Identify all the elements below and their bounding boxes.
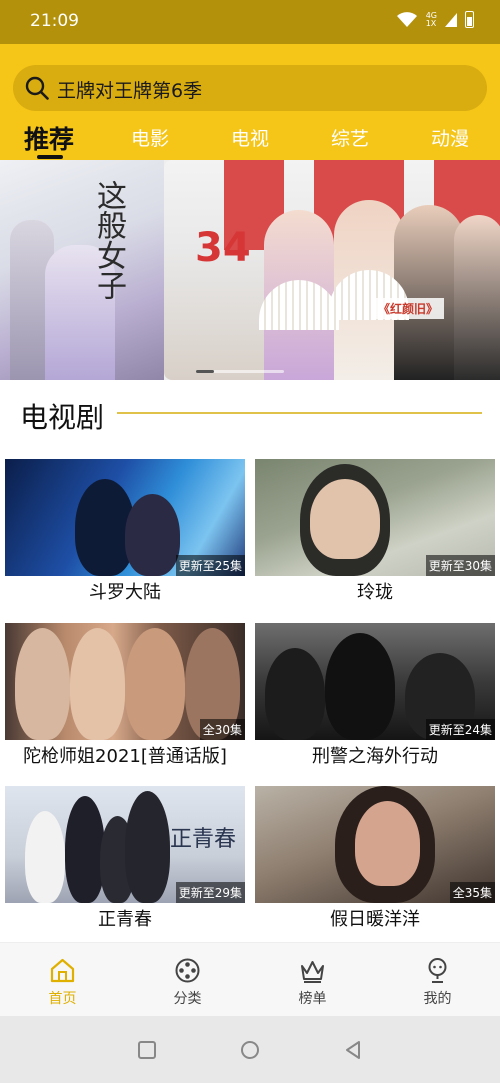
home-button-icon[interactable]: [240, 1040, 260, 1060]
thumbnail-figure: [25, 811, 65, 903]
nav-home[interactable]: 首页: [0, 943, 125, 1017]
banner-carousel[interactable]: 这般女子 34 《红颜旧》: [0, 160, 500, 380]
tab-variety[interactable]: 综艺: [331, 124, 369, 151]
status-time: 21:09: [30, 11, 79, 31]
back-icon[interactable]: [343, 1040, 363, 1060]
video-card[interactable]: 更新至30集 玲珑: [255, 459, 495, 609]
video-card[interactable]: 全35集 假日暖洋洋: [255, 786, 495, 936]
carousel-indicator: [196, 370, 284, 373]
thumbnail-figure: [70, 628, 125, 740]
nav-ranking[interactable]: 榜单: [250, 943, 375, 1017]
carousel-indicator-active: [196, 370, 214, 373]
video-title[interactable]: 刑警之海外行动: [255, 742, 495, 768]
video-card[interactable]: 正青春 更新至29集 正青春: [5, 786, 245, 936]
nav-profile-label: 我的: [423, 991, 452, 1007]
ranking-crown-icon: [301, 961, 324, 983]
tab-active-indicator: [37, 155, 63, 159]
home-icon: [50, 958, 75, 983]
video-card[interactable]: 全30集 陀枪师姐2021[普通话版]: [5, 623, 245, 773]
banner-person: [454, 215, 500, 380]
thumbnail-title-art: 正青春: [170, 827, 237, 852]
category-tabs: 推荐 电影 电视 综艺 动漫: [0, 118, 500, 160]
tab-recommend[interactable]: 推荐: [24, 120, 74, 156]
episode-badge: 更新至30集: [425, 555, 495, 576]
video-card[interactable]: 更新至25集 斗罗大陆: [5, 459, 245, 609]
thumbnail-figure: [325, 633, 395, 740]
system-navigation-bar: [0, 1016, 500, 1083]
status-bar: 21:09 4G 1X: [0, 0, 500, 44]
search-bar[interactable]: 王牌对王牌第6季: [13, 65, 487, 111]
episode-badge: 全35集: [449, 882, 495, 903]
banner-slide-previous[interactable]: 这般女子: [0, 160, 164, 380]
episode-badge: 更新至29集: [175, 882, 245, 903]
bottom-nav: 首页 分类 榜单 我的: [0, 942, 500, 1016]
category-reel-icon: [175, 958, 200, 983]
video-title[interactable]: 正青春: [5, 905, 245, 931]
tab-anime[interactable]: 动漫: [431, 124, 469, 151]
signal-icon: [445, 12, 457, 27]
banner-show-logo: 34: [195, 225, 251, 271]
nav-category[interactable]: 分类: [125, 943, 250, 1017]
network-1x-label: 1X: [425, 18, 437, 28]
battery-icon: [465, 11, 474, 28]
banner-caption: 《红颜旧》: [372, 298, 445, 319]
episode-badge: 更新至24集: [425, 719, 495, 740]
nav-category-label: 分类: [173, 991, 202, 1007]
thumbnail-figure: [355, 801, 420, 886]
video-title[interactable]: 斗罗大陆: [5, 578, 245, 604]
nav-profile[interactable]: 我的: [375, 943, 500, 1017]
thumbnail-figure: [65, 796, 105, 903]
video-title[interactable]: 假日暖洋洋: [255, 905, 495, 931]
thumbnail-figure: [310, 479, 380, 559]
video-card[interactable]: 更新至24集 刑警之海外行动: [255, 623, 495, 773]
app-header: 21:09 4G 1X 王牌对王牌第6季 推荐 电影 电视 综艺 动漫: [0, 0, 500, 160]
thumbnail-figure: [15, 628, 70, 740]
search-input-text[interactable]: 王牌对王牌第6季: [57, 76, 202, 103]
video-thumbnail[interactable]: 正青春 更新至29集: [5, 786, 245, 903]
nav-home-label: 首页: [48, 991, 77, 1007]
wifi-icon: [396, 11, 417, 27]
video-thumbnail[interactable]: 更新至24集: [255, 623, 495, 740]
section-title: 电视剧: [20, 401, 105, 434]
network-type: 4G 1X: [425, 11, 437, 28]
status-icons: 4G 1X: [396, 11, 474, 28]
search-icon: [25, 76, 49, 100]
nav-ranking-label: 榜单: [298, 991, 327, 1007]
profile-icon: [428, 958, 447, 983]
recent-apps-icon[interactable]: [137, 1040, 157, 1060]
thumbnail-figure: [125, 628, 185, 740]
episode-badge: 更新至25集: [175, 555, 245, 576]
thumbnail-figure: [125, 791, 170, 903]
video-thumbnail[interactable]: 更新至30集: [255, 459, 495, 576]
video-thumbnail[interactable]: 全30集: [5, 623, 245, 740]
tab-movies[interactable]: 电影: [131, 124, 169, 151]
banner-calligraphy: 这般女子: [91, 180, 126, 300]
video-thumbnail[interactable]: 全35集: [255, 786, 495, 903]
video-title[interactable]: 陀枪师姐2021[普通话版]: [5, 742, 245, 768]
tab-tv[interactable]: 电视: [231, 124, 269, 151]
section-divider: [117, 412, 482, 414]
video-title[interactable]: 玲珑: [255, 578, 495, 604]
thumbnail-figure: [125, 494, 180, 576]
thumbnail-figure: [265, 648, 325, 740]
video-thumbnail[interactable]: 更新至25集: [5, 459, 245, 576]
episode-badge: 全30集: [199, 719, 245, 740]
